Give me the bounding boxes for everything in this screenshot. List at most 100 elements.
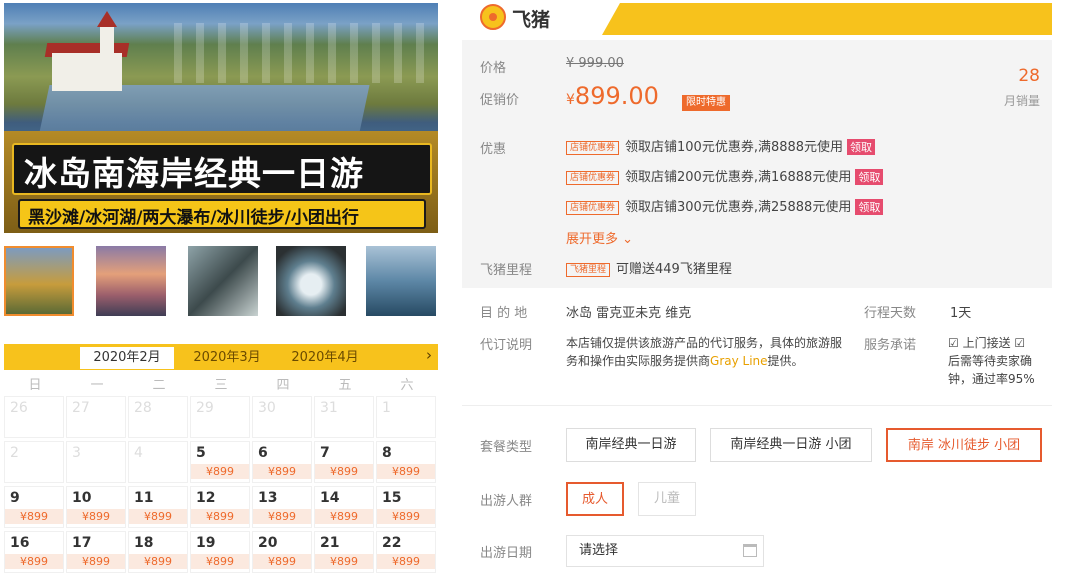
hero-church-tower <box>100 25 114 61</box>
current-price-value: 899.00 <box>574 82 659 110</box>
service-line-1: ☑ 上门接送 ☑ <box>948 336 1026 350</box>
calendar-day-price: ¥899 <box>129 509 187 524</box>
brand-header: 飞猪 <box>462 0 1052 36</box>
calendar-day: 3 <box>66 441 126 483</box>
destination-value: 冰岛 雷克亚未克 维克 <box>566 306 692 321</box>
hero-image[interactable]: 冰岛南海岸经典一日游 黑沙滩/冰河湖/两大瀑布/冰川徒步/小团出行 <box>4 3 438 233</box>
calendar-day-number: 8 <box>382 445 392 461</box>
claim-coupon-button[interactable]: 领取 <box>855 199 884 215</box>
calendar-day-number: 15 <box>382 490 402 506</box>
chevron-right-icon[interactable]: › <box>426 346 432 364</box>
calendar-day-number: 30 <box>258 400 276 416</box>
travel-date-select[interactable]: 请选择 <box>566 535 764 567</box>
calendar-day-number: 14 <box>320 490 340 506</box>
miles-label: 飞猪里程 <box>480 263 533 278</box>
weekday-label: 六 <box>400 378 414 393</box>
coupon-row: 店铺优惠券 领取店铺200元优惠券,满16888元使用 领取 <box>566 166 884 185</box>
calendar-day[interactable]: 22 ¥899 <box>376 531 436 573</box>
service-line-2: 后需等待卖家确 <box>948 354 1033 368</box>
calendar-day[interactable]: 17 ¥899 <box>66 531 126 573</box>
calendar-day-price: ¥899 <box>67 554 125 569</box>
product-page: 冰岛南海岸经典一日游 黑沙滩/冰河湖/两大瀑布/冰川徒步/小团出行 2020年2… <box>0 0 1080 578</box>
fliggy-logo-icon <box>480 4 506 30</box>
month-tab-mar[interactable]: 2020年3月 <box>180 347 274 369</box>
calendar-day-number: 1 <box>382 400 391 416</box>
coupon-text: 领取店铺300元优惠券,满25888元使用 <box>625 200 852 215</box>
traveler-adult-option[interactable]: 成人 <box>566 482 624 516</box>
hero-church-spire <box>97 11 117 27</box>
package-type-label: 套餐类型 <box>480 440 533 455</box>
weekday-label: 日 <box>28 378 42 393</box>
calendar-day[interactable]: 5 ¥899 <box>190 441 250 483</box>
travel-date-placeholder: 请选择 <box>579 543 619 558</box>
calendar-day[interactable]: 8 ¥899 <box>376 441 436 483</box>
coupon-row: 店铺优惠券 领取店铺300元优惠券,满25888元使用 领取 <box>566 196 884 215</box>
calendar-day: 28 <box>128 396 188 438</box>
hero-subtitle: 黑沙滩/冰河湖/两大瀑布/冰川徒步/小团出行 <box>28 208 359 228</box>
traveler-type-label: 出游人群 <box>480 494 533 509</box>
calendar-day[interactable]: 11 ¥899 <box>128 486 188 528</box>
month-tab-feb[interactable]: 2020年2月 <box>80 347 174 369</box>
brand-name: 飞猪 <box>512 9 551 31</box>
month-tab-apr[interactable]: 2020年4月 <box>278 347 372 369</box>
weekday-label: 四 <box>276 378 290 393</box>
agent-note-text: 本店铺仅提供该旅游产品的代订服务，具体的旅游服务和操作由实际服务提供商Gray … <box>566 334 846 370</box>
calendar-day[interactable]: 16 ¥899 <box>4 531 64 573</box>
package-option-2[interactable]: 南岸经典一日游 小团 <box>710 428 872 462</box>
calendar-day-number: 6 <box>258 445 268 461</box>
calendar-header: 2020年2月 2020年3月 2020年4月 › <box>4 344 438 370</box>
calendar-day[interactable]: 18 ¥899 <box>128 531 188 573</box>
coupons-label: 优惠 <box>480 142 507 157</box>
coupon-tag: 店铺优惠券 <box>566 170 620 185</box>
calendar-day[interactable]: 10 ¥899 <box>66 486 126 528</box>
calendar-day[interactable]: 7 ¥899 <box>314 441 374 483</box>
service-line-3: 钟，通过率95% <box>948 372 1035 386</box>
calendar-day-price: ¥899 <box>191 554 249 569</box>
calendar-day[interactable]: 13 ¥899 <box>252 486 312 528</box>
brand-header-stripe <box>602 3 1052 35</box>
package-option-1[interactable]: 南岸经典一日游 <box>566 428 696 462</box>
claim-coupon-button[interactable]: 领取 <box>855 169 884 185</box>
calendar-day: 2 <box>4 441 64 483</box>
traveler-child-option[interactable]: 儿童 <box>638 482 696 516</box>
thumbnail-3[interactable] <box>188 246 258 316</box>
calendar-day[interactable]: 14 ¥899 <box>314 486 374 528</box>
calendar-day[interactable]: 20 ¥899 <box>252 531 312 573</box>
limited-offer-badge: 限时特惠 <box>682 95 730 111</box>
calendar-day-price: ¥899 <box>315 554 373 569</box>
calendar-day[interactable]: 15 ¥899 <box>376 486 436 528</box>
claim-coupon-button[interactable]: 领取 <box>847 139 876 155</box>
thumbnail-5[interactable] <box>366 246 436 316</box>
calendar-day-number: 13 <box>258 490 278 506</box>
calendar-day-number: 19 <box>196 535 216 551</box>
coupon-tag: 店铺优惠券 <box>566 140 620 155</box>
calendar-day-price: ¥899 <box>191 509 249 524</box>
calendar-day-number: 18 <box>134 535 154 551</box>
calendar-day: 29 <box>190 396 250 438</box>
calendar-day[interactable]: 19 ¥899 <box>190 531 250 573</box>
calendar-day[interactable]: 6 ¥899 <box>252 441 312 483</box>
calendar-day-price: ¥899 <box>377 464 435 479</box>
promo-price-label: 促销价 <box>480 93 520 108</box>
service-promise-label: 服务承诺 <box>864 338 917 353</box>
thumbnail-strip <box>4 246 438 322</box>
calendar-day-number: 16 <box>10 535 30 551</box>
calendar-day-number: 4 <box>134 445 143 461</box>
thumbnail-2[interactable] <box>96 246 166 316</box>
thumbnail-4[interactable] <box>276 246 346 316</box>
package-option-3[interactable]: 南岸 冰川徒步 小团 <box>886 428 1042 462</box>
days-label: 行程天数 <box>864 306 917 321</box>
calendar-day[interactable]: 12 ¥899 <box>190 486 250 528</box>
monthly-sales: 28 月销量 <box>1004 66 1040 109</box>
calendar-day-number: 12 <box>196 490 216 506</box>
calendar-day-price: ¥899 <box>253 464 311 479</box>
price-calendar: 2020年2月 2020年3月 2020年4月 › 日一二三四五六 26 27 28… <box>4 344 438 578</box>
miles-text: 可赠送449飞猪里程 <box>616 262 732 277</box>
expand-more-link[interactable]: 展开更多 ⌄ <box>566 228 633 247</box>
calendar-day-price: ¥899 <box>191 464 249 479</box>
thumbnail-1[interactable] <box>4 246 74 316</box>
hero-village <box>174 23 424 83</box>
calendar-day-number: 26 <box>10 400 28 416</box>
calendar-day[interactable]: 9 ¥899 <box>4 486 64 528</box>
calendar-day[interactable]: 21 ¥899 <box>314 531 374 573</box>
